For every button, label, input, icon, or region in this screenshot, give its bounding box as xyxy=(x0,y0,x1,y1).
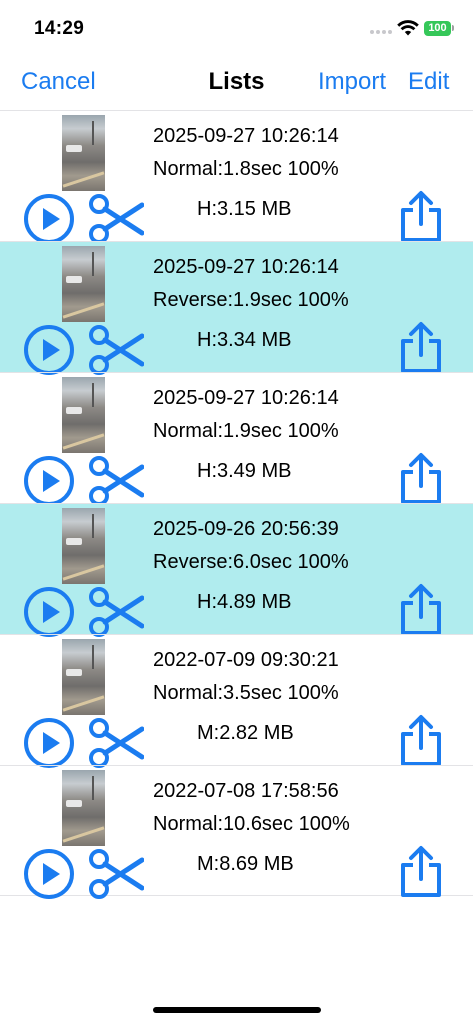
share-icon xyxy=(401,191,441,242)
cut-button[interactable] xyxy=(88,848,144,900)
recording-size: H:4.89 MB xyxy=(197,591,292,613)
video-thumbnail[interactable] xyxy=(62,770,105,846)
recording-mode: Normal:10.6sec 100% xyxy=(153,813,350,835)
share-button[interactable] xyxy=(398,845,444,899)
battery-cap xyxy=(452,25,454,31)
list-item[interactable]: 2025-09-27 10:26:14 Reverse:1.9sec 100% … xyxy=(0,241,473,375)
list-item[interactable]: 2022-07-09 09:30:21 Normal:3.5sec 100% M… xyxy=(0,634,473,768)
recording-size: H:3.34 MB xyxy=(197,329,292,351)
scissors-icon xyxy=(89,587,144,637)
play-button[interactable] xyxy=(23,848,75,900)
play-button[interactable] xyxy=(23,193,75,245)
recording-mode: Normal:1.8sec 100% xyxy=(153,158,339,180)
status-bar: 14:29 100 xyxy=(0,0,473,58)
share-icon xyxy=(401,322,441,373)
play-button[interactable] xyxy=(23,717,75,769)
share-icon xyxy=(401,453,441,504)
cut-button[interactable] xyxy=(88,717,144,769)
share-button[interactable] xyxy=(398,452,444,506)
play-circle-icon xyxy=(24,718,74,768)
page-title-text: Lists xyxy=(208,68,265,95)
cellular-signal-icon xyxy=(370,30,394,36)
share-icon xyxy=(401,584,441,635)
recording-date: 2022-07-09 09:30:21 xyxy=(153,649,339,671)
recording-size: H:3.49 MB xyxy=(197,460,292,482)
share-icon xyxy=(401,846,441,897)
import-button[interactable]: Import xyxy=(318,68,386,96)
recording-size: H:3.15 MB xyxy=(197,198,292,220)
scissors-icon xyxy=(89,194,144,244)
recording-size: M:2.82 MB xyxy=(197,722,294,744)
cut-button[interactable] xyxy=(88,324,144,376)
cut-button[interactable] xyxy=(88,455,144,507)
recording-size: M:8.69 MB xyxy=(197,853,294,875)
play-circle-icon xyxy=(24,849,74,899)
wifi-icon xyxy=(397,20,419,36)
recording-date: 2022-07-08 17:58:56 xyxy=(153,780,339,802)
scissors-icon xyxy=(89,718,144,768)
recording-mode: Reverse:6.0sec 100% xyxy=(153,551,349,573)
nav-bar: Cancel Lists Import Edit xyxy=(0,58,473,110)
share-button[interactable] xyxy=(398,583,444,637)
cut-button[interactable] xyxy=(88,193,144,245)
play-circle-icon xyxy=(24,194,74,244)
scissors-icon xyxy=(89,325,144,375)
video-thumbnail[interactable] xyxy=(62,639,105,715)
list-item[interactable]: 2022-07-08 17:58:56 Normal:10.6sec 100% … xyxy=(0,765,473,899)
recording-mode: Normal:1.9sec 100% xyxy=(153,420,339,442)
home-indicator xyxy=(153,1007,321,1013)
video-thumbnail[interactable] xyxy=(62,508,105,584)
play-button[interactable] xyxy=(23,586,75,638)
recording-date: 2025-09-27 10:26:14 xyxy=(153,387,339,409)
battery-icon: 100 xyxy=(424,21,451,36)
recording-date: 2025-09-26 20:56:39 xyxy=(153,518,339,540)
recording-date: 2025-09-27 10:26:14 xyxy=(153,125,339,147)
play-circle-icon xyxy=(24,587,74,637)
scissors-icon xyxy=(89,456,144,506)
video-thumbnail[interactable] xyxy=(62,377,105,453)
play-circle-icon xyxy=(24,325,74,375)
video-thumbnail[interactable] xyxy=(62,115,105,191)
share-button[interactable] xyxy=(398,190,444,244)
list-item[interactable]: 2025-09-27 10:26:14 Normal:1.8sec 100% H… xyxy=(0,110,473,244)
play-button[interactable] xyxy=(23,324,75,376)
list-item[interactable]: 2025-09-26 20:56:39 Reverse:6.0sec 100% … xyxy=(0,503,473,637)
video-thumbnail[interactable] xyxy=(62,246,105,322)
status-time: 14:29 xyxy=(34,18,85,39)
recording-mode: Reverse:1.9sec 100% xyxy=(153,289,349,311)
share-button[interactable] xyxy=(398,714,444,768)
share-icon xyxy=(401,715,441,766)
recording-mode: Normal:3.5sec 100% xyxy=(153,682,339,704)
recordings-list: 2025-09-27 10:26:14 Normal:1.8sec 100% H… xyxy=(0,110,473,899)
list-item[interactable]: 2025-09-27 10:26:14 Normal:1.9sec 100% H… xyxy=(0,372,473,506)
cut-button[interactable] xyxy=(88,586,144,638)
page-title: Lists xyxy=(0,68,473,96)
scissors-icon xyxy=(89,849,144,899)
share-button[interactable] xyxy=(398,321,444,375)
play-circle-icon xyxy=(24,456,74,506)
recording-date: 2025-09-27 10:26:14 xyxy=(153,256,339,278)
edit-button[interactable]: Edit xyxy=(408,68,449,96)
play-button[interactable] xyxy=(23,455,75,507)
